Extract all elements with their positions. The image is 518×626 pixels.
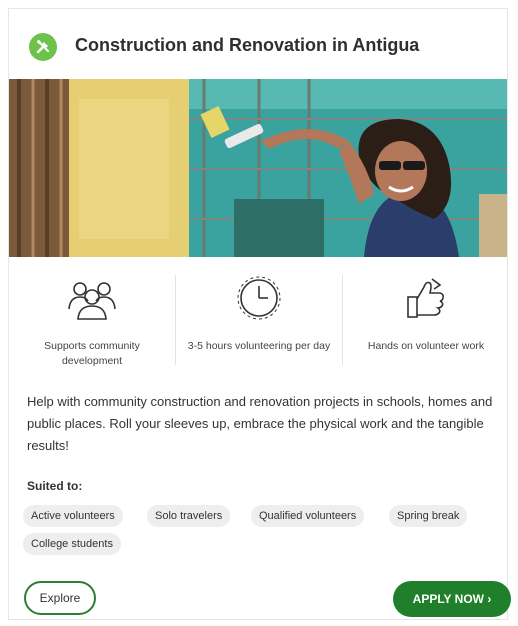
- explore-button[interactable]: Explore: [24, 581, 96, 615]
- tag-active-volunteers: Active volunteers: [23, 505, 123, 527]
- tag-solo-travelers: Solo travelers: [147, 505, 231, 527]
- suited-to-heading: Suited to:: [27, 479, 83, 493]
- tag-college-students: College students: [23, 533, 121, 555]
- feature-community: Supports community development: [9, 267, 175, 379]
- feature-hands-on: Hands on volunteer work: [343, 267, 509, 379]
- hand-thumbs-up-icon: [404, 275, 448, 326]
- clock-icon: [235, 275, 283, 326]
- feature-label: Hands on volunteer work: [367, 340, 485, 352]
- hero-image: [9, 79, 507, 257]
- tools-icon: [29, 33, 57, 61]
- card-title: Construction and Renovation in Antigua: [75, 35, 420, 55]
- card-header: Construction and Renovation in Antigua: [9, 9, 507, 79]
- community-people-icon: [66, 275, 118, 326]
- tag-spring-break: Spring break: [389, 505, 468, 527]
- apply-now-button[interactable]: APPLY NOW ›: [393, 581, 511, 617]
- features-row: Supports community development 3-5 hours…: [9, 267, 507, 379]
- program-card: Construction and Renovation in Antigua S…: [8, 8, 511, 620]
- feature-label: Supports community development: [44, 340, 140, 367]
- program-description: Help with community construction and ren…: [27, 394, 493, 453]
- feature-hours: 3-5 hours volunteering per day: [176, 267, 342, 379]
- feature-label: 3-5 hours volunteering per day: [187, 340, 331, 352]
- tag-qualified-volunteers: Qualified volunteers: [251, 505, 365, 527]
